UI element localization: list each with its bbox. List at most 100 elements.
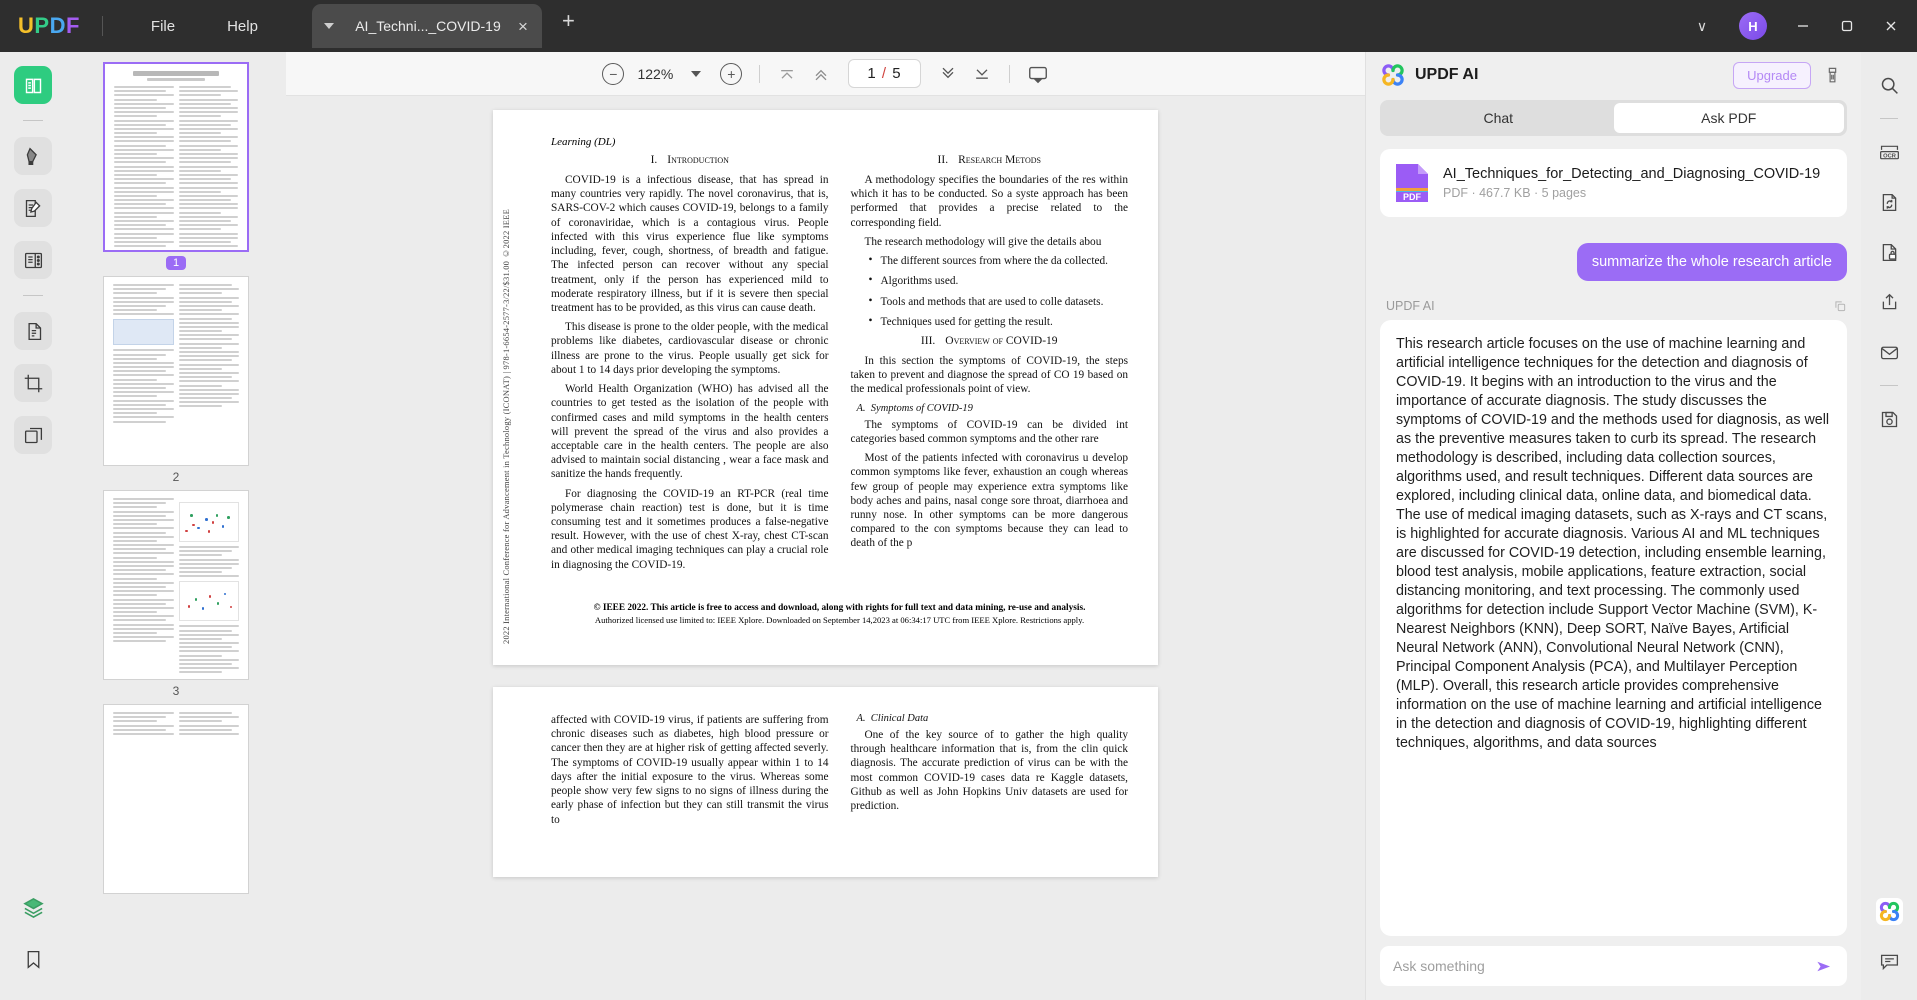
send-icon[interactable]	[1815, 957, 1834, 976]
sidebar-item-layers[interactable]	[14, 888, 52, 926]
doc-italic-carryover: Learning (DL)	[551, 136, 616, 148]
thumbnail-item[interactable]: 2	[103, 276, 249, 484]
new-tab-button[interactable]: +	[562, 8, 575, 44]
ai-panel-header: UPDF AI Upgrade	[1366, 52, 1861, 98]
convert-icon[interactable]	[1870, 183, 1908, 221]
doc-paragraph: affected with COVID-19 virus, if patient…	[551, 714, 829, 826]
menu-help[interactable]: Help	[201, 0, 284, 52]
ask-input-container[interactable]: Ask something	[1380, 946, 1847, 986]
zoom-in-button[interactable]: +	[715, 59, 747, 89]
page-separator: /	[881, 65, 888, 82]
doc-paragraph: World Health Organization (WHO) has advi…	[551, 383, 829, 481]
thumbnail-panel[interactable]: 1 2 3	[66, 52, 286, 1000]
right-rail-divider-1	[1880, 118, 1898, 119]
zoom-dropdown-button[interactable]	[681, 59, 711, 89]
updf-ai-icon[interactable]	[1870, 892, 1908, 930]
chevron-down-icon[interactable]: ∨	[1679, 0, 1725, 52]
sidebar-item-organize-pages[interactable]	[14, 241, 52, 279]
menu-file[interactable]: File	[125, 0, 201, 52]
page-view-mode-button[interactable]	[1022, 59, 1054, 89]
clear-chat-icon[interactable]	[1817, 66, 1847, 85]
thumbnail-page-3[interactable]	[103, 490, 249, 680]
ai-panel-title: UPDF AI	[1415, 66, 1479, 83]
doc-column-right: II. Research Metods A methodology specifi…	[851, 150, 1129, 577]
search-icon[interactable]	[1870, 66, 1908, 104]
save-icon[interactable]	[1870, 400, 1908, 438]
pdf-scroll-area[interactable]: 2022 International Conference for Advanc…	[286, 96, 1365, 1000]
zoom-level[interactable]: 122%	[633, 66, 677, 82]
minus-icon: −	[602, 62, 625, 85]
protect-icon[interactable]	[1870, 233, 1908, 271]
sidebar-item-reader[interactable]	[14, 66, 52, 104]
doc-paragraph: One of the key source of to gather the h…	[850, 729, 1129, 813]
last-page-button[interactable]	[967, 59, 997, 89]
thumbnail-item[interactable]	[103, 704, 249, 894]
upgrade-button[interactable]: Upgrade	[1733, 61, 1811, 89]
copy-icon[interactable]	[1833, 299, 1847, 313]
attached-file-card[interactable]: PDF AI_Techniques_for_Detecting_and_Diag…	[1380, 149, 1847, 217]
pdf-file-icon: PDF	[1394, 162, 1430, 204]
sidebar-item-edit-pdf[interactable]	[14, 189, 52, 227]
thumbnail-page-number: 3	[172, 684, 180, 698]
doc-paragraph: The symptoms of COVID-19 can be divided …	[850, 418, 1129, 445]
chat-input-area: Ask something	[1366, 936, 1861, 1000]
tab-ask-pdf[interactable]: Ask PDF	[1613, 103, 1844, 133]
first-page-button[interactable]	[772, 59, 802, 89]
ocr-icon[interactable]: OCR	[1870, 133, 1908, 171]
doc-footer-copyright: © IEEE 2022. This article is free to acc…	[593, 602, 1086, 613]
avatar[interactable]: H	[1739, 12, 1767, 40]
thumb-figure	[113, 319, 174, 346]
updf-ai-panel: UPDF AI Upgrade Chat Ask PDF PDF AI_Tech…	[1365, 52, 1861, 1000]
doc-paragraph: Most of the patients infected with coron…	[850, 452, 1129, 550]
document-viewer-area: − 122% + 1 / 5 2022 International Confer…	[286, 52, 1365, 1000]
doc-footer-license: Authorized licensed use limited to: IEEE…	[594, 614, 1085, 625]
sidebar-item-crop-page[interactable]	[14, 364, 52, 402]
thumb-columns	[114, 86, 238, 249]
sidebar-item-annotate[interactable]	[14, 137, 52, 175]
previous-page-button[interactable]	[806, 59, 836, 89]
close-window-button[interactable]	[1869, 0, 1913, 52]
tab-dropdown-icon[interactable]	[323, 23, 334, 29]
thumb-col-right	[178, 498, 239, 676]
doc-bullet: Algorithms used.	[869, 273, 1129, 288]
updf-application-window: UPDF File Help AI_Techni..._COVID-19 × +…	[0, 0, 1917, 1000]
doc-columns: I. Introduction COVID-19 is a infectious …	[551, 150, 1128, 577]
chat-messages[interactable]: summarize the whole research article UPD…	[1366, 217, 1861, 936]
right-rail-divider-2	[1880, 385, 1898, 386]
ai-mode-tabs[interactable]: Chat Ask PDF	[1380, 100, 1847, 136]
thumb-col-left	[113, 712, 174, 737]
thumbnail-page-1[interactable]	[103, 62, 249, 252]
thumbnail-page-4[interactable]	[103, 704, 249, 894]
svg-text:OCR: OCR	[1883, 153, 1897, 159]
close-icon[interactable]: ×	[514, 18, 532, 35]
thumbnail-item[interactable]: 3	[103, 490, 249, 698]
chevron-down-icon	[691, 70, 702, 77]
doc-column-left: I. Introduction COVID-19 is a infectious …	[551, 150, 829, 577]
svg-text:PDF: PDF	[1403, 192, 1422, 202]
doc-paragraph: A methodology specifies the boundaries o…	[850, 174, 1129, 229]
tab-chat[interactable]: Chat	[1383, 103, 1614, 133]
ask-input-placeholder[interactable]: Ask something	[1393, 958, 1815, 974]
sidebar-item-bookmark[interactable]	[14, 940, 52, 978]
pdf-page-2[interactable]: affected with COVID-19 virus, if patient…	[493, 687, 1158, 877]
thumbnail-item[interactable]: 1	[103, 62, 249, 270]
page-indicator[interactable]: 1 / 5	[848, 59, 921, 88]
rail-divider-2	[23, 295, 43, 296]
title-bar-left: UPDF File Help AI_Techni..._COVID-19 × +	[0, 0, 575, 52]
comment-icon[interactable]	[1870, 942, 1908, 980]
pdf-page-1[interactable]: 2022 International Conference for Advanc…	[493, 110, 1158, 665]
file-meta: AI_Techniques_for_Detecting_and_Diagnosi…	[1443, 166, 1820, 200]
maximize-button[interactable]	[1825, 0, 1869, 52]
share-icon[interactable]	[1870, 283, 1908, 321]
minimize-button[interactable]	[1781, 0, 1825, 52]
document-tab[interactable]: AI_Techni..._COVID-19 ×	[311, 4, 542, 48]
next-page-button[interactable]	[933, 59, 963, 89]
doc-column-left: affected with COVID-19 virus, if patient…	[551, 713, 829, 832]
thumbnail-page-2[interactable]	[103, 276, 249, 466]
sidebar-item-batch[interactable]	[14, 416, 52, 454]
zoom-out-button[interactable]: −	[597, 59, 629, 89]
sidebar-item-convert-pdf[interactable]	[14, 312, 52, 350]
email-icon[interactable]	[1870, 333, 1908, 371]
left-tool-rail	[0, 52, 66, 1000]
thumbnail-page-number: 1	[165, 256, 187, 270]
